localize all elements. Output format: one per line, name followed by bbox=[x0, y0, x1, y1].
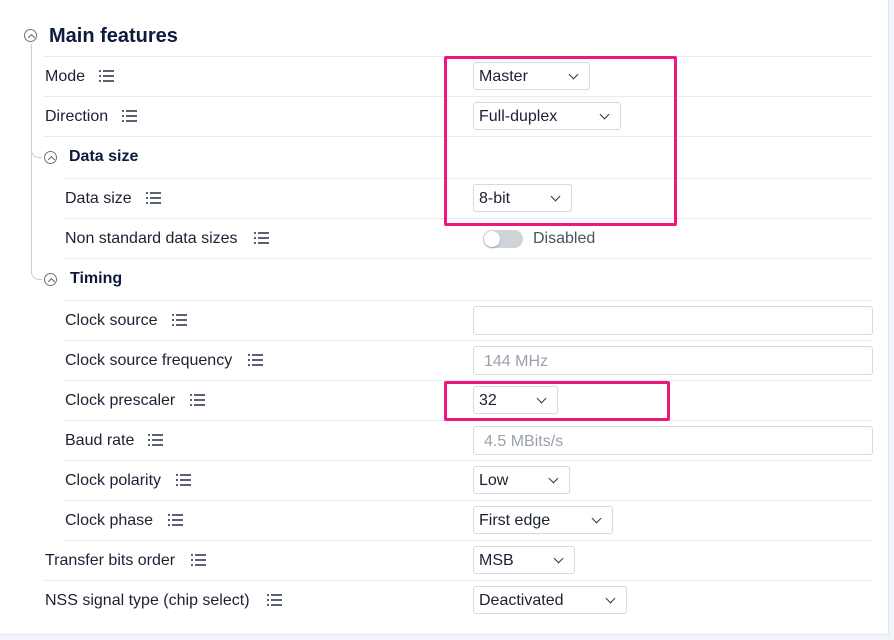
data-size-details-list-icon[interactable] bbox=[146, 192, 161, 205]
row-clock-phase: Clock phase First edge bbox=[64, 501, 872, 541]
clock-source-details-list-icon[interactable] bbox=[172, 314, 187, 327]
timing-collapse-icon[interactable] bbox=[44, 273, 57, 286]
row-clock-source-frequency: Clock source frequency 144 MHz bbox=[64, 341, 873, 381]
nss-signal-type-label: NSS signal type (chip select) bbox=[45, 592, 250, 609]
tree-line-main bbox=[31, 44, 32, 274]
non-standard-toggle-state: Disabled bbox=[533, 230, 596, 247]
row-baud-rate: Baud rate 4.5 MBits/s bbox=[64, 421, 873, 461]
clock-source-frequency-field: 144 MHz bbox=[473, 346, 873, 375]
clock-source-label: Clock source bbox=[65, 312, 158, 329]
highlight-box-mode-direction-data-size bbox=[444, 56, 677, 226]
clock-phase-details-list-icon[interactable] bbox=[168, 514, 183, 527]
clock-polarity-label: Clock polarity bbox=[65, 472, 162, 489]
settings-panel: Main features Mode Master Direction Full… bbox=[0, 0, 889, 635]
direction-label: Direction bbox=[45, 108, 109, 125]
nss-signal-type-select-value: Deactivated bbox=[479, 592, 564, 609]
chevron-down-icon bbox=[605, 593, 616, 604]
clock-source-frequency-label: Clock source frequency bbox=[65, 352, 233, 369]
non-standard-toggle[interactable] bbox=[483, 230, 523, 248]
clock-prescaler-label: Clock prescaler bbox=[65, 392, 176, 409]
main-features-collapse-icon[interactable] bbox=[24, 29, 37, 42]
clock-phase-select[interactable]: First edge bbox=[473, 506, 613, 534]
chevron-down-icon bbox=[591, 513, 602, 524]
non-standard-label: Non standard data sizes bbox=[65, 230, 238, 247]
clock-phase-label: Clock phase bbox=[65, 512, 154, 529]
clock-source-frequency-value: 144 MHz bbox=[484, 353, 549, 370]
tree-elbow-timing bbox=[31, 267, 42, 280]
highlight-box-clock-prescaler bbox=[444, 381, 670, 421]
section-header-divider bbox=[44, 17, 872, 57]
chevron-down-icon bbox=[553, 553, 564, 564]
non-standard-details-list-icon[interactable] bbox=[254, 232, 269, 245]
row-clock-source: Clock source bbox=[64, 301, 873, 341]
mode-label: Mode bbox=[45, 68, 86, 85]
clock-phase-select-value: First edge bbox=[479, 512, 551, 529]
transfer-bits-order-select-value: MSB bbox=[479, 552, 514, 569]
clock-polarity-select-value: Low bbox=[479, 472, 509, 489]
row-clock-polarity: Clock polarity Low bbox=[64, 461, 872, 501]
tree-elbow-data-size bbox=[31, 145, 42, 158]
data-size-collapse-icon[interactable] bbox=[44, 151, 57, 164]
baud-rate-value: 4.5 MBits/s bbox=[484, 433, 564, 450]
direction-details-list-icon[interactable] bbox=[122, 110, 137, 123]
row-transfer-bits-order: Transfer bits order MSB bbox=[44, 541, 872, 581]
nss-signal-type-select[interactable]: Deactivated bbox=[473, 586, 627, 614]
row-nss-signal-type: NSS signal type (chip select) Deactivate… bbox=[44, 581, 872, 621]
clock-source-frequency-details-list-icon[interactable] bbox=[248, 354, 263, 367]
chevron-down-icon bbox=[548, 473, 559, 484]
mode-details-list-icon[interactable] bbox=[99, 70, 114, 83]
transfer-bits-order-details-list-icon[interactable] bbox=[191, 554, 206, 567]
timing-group-divider bbox=[64, 261, 872, 301]
baud-rate-field: 4.5 MBits/s bbox=[473, 426, 873, 455]
data-size-label: Data size bbox=[65, 190, 132, 207]
clock-polarity-details-list-icon[interactable] bbox=[176, 474, 191, 487]
nss-signal-type-details-list-icon[interactable] bbox=[267, 594, 282, 607]
baud-rate-label: Baud rate bbox=[65, 432, 135, 449]
clock-source-field[interactable] bbox=[473, 306, 873, 335]
baud-rate-details-list-icon[interactable] bbox=[148, 434, 163, 447]
clock-polarity-select[interactable]: Low bbox=[473, 466, 570, 494]
transfer-bits-order-select[interactable]: MSB bbox=[473, 546, 575, 574]
transfer-bits-order-label: Transfer bits order bbox=[45, 552, 176, 569]
clock-prescaler-details-list-icon[interactable] bbox=[190, 394, 205, 407]
